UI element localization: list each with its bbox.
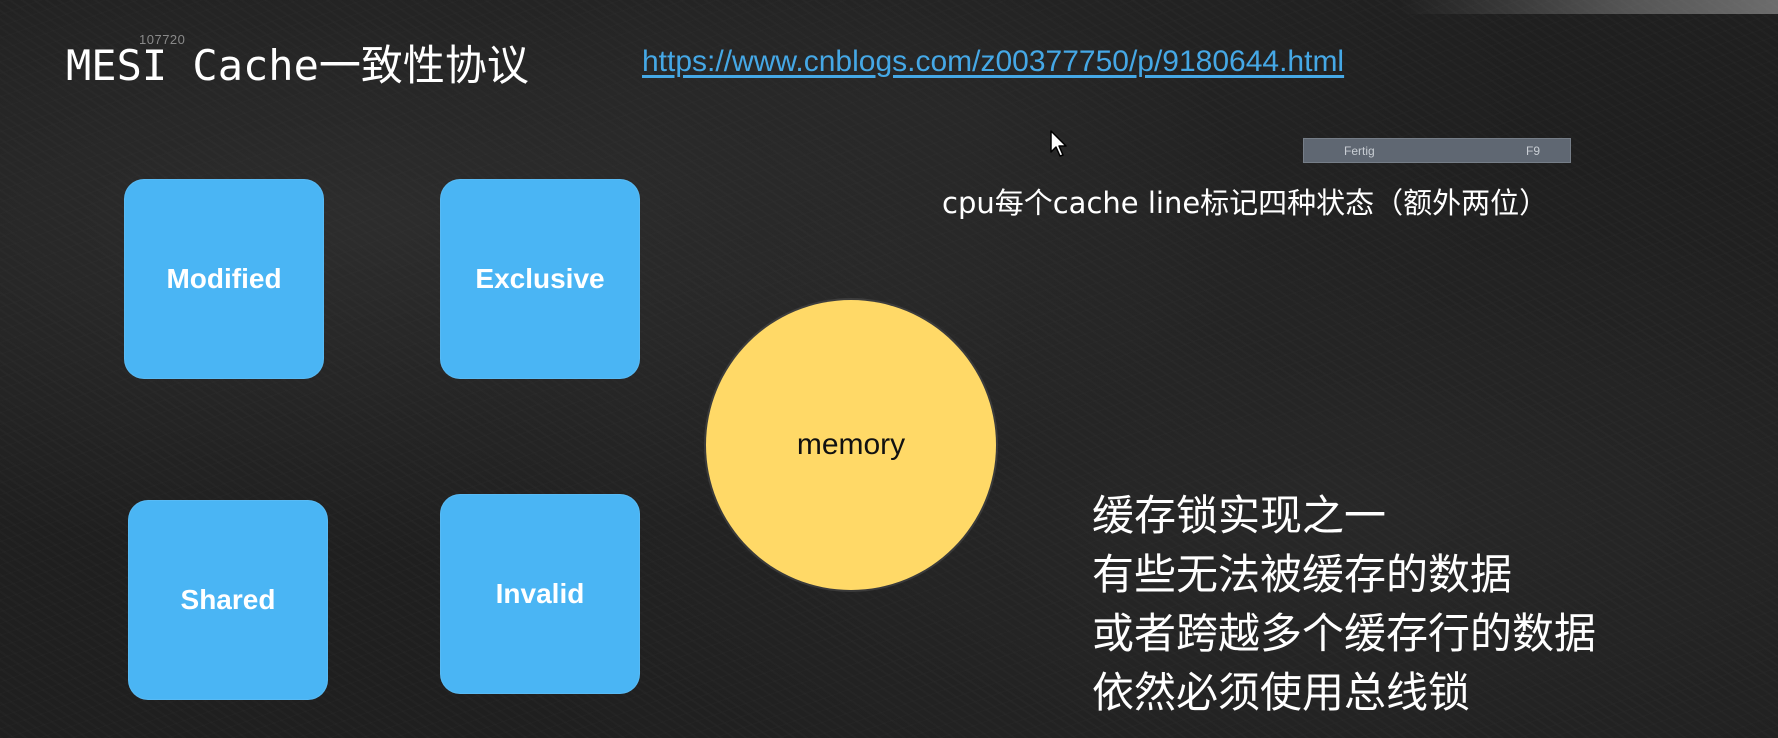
mouse-pointer-icon — [1050, 130, 1067, 157]
description-line: 缓存锁实现之一 — [1092, 491, 1387, 540]
status-tooltip: Fertig F9 — [1303, 138, 1571, 163]
status-right-label: F9 — [1526, 144, 1541, 158]
cache-line-note: cpu每个cache line标记四种状态（额外两位） — [942, 186, 1549, 220]
state-modified-box[interactable]: Modified — [124, 179, 324, 379]
description-line: 依然必须使用总线锁 — [1092, 668, 1471, 717]
state-exclusive-box[interactable]: Exclusive — [440, 179, 640, 379]
description-line: 或者跨越多个缓存行的数据 — [1092, 609, 1597, 658]
state-shared-label: Shared — [180, 584, 276, 615]
slide-title-suffix: 一致性协议 — [318, 41, 529, 90]
reference-link[interactable]: https://www.cnblogs.com/z00377750/p/9180… — [642, 45, 1344, 79]
description-line: 有些无法被缓存的数据 — [1092, 550, 1513, 599]
state-modified-label: Modified — [166, 263, 282, 294]
state-invalid-label: Invalid — [495, 578, 585, 609]
slide-title: MESI Cache一致性协议 — [66, 40, 529, 92]
status-left-label: Fertig — [1344, 144, 1375, 158]
state-shared-box[interactable]: Shared — [128, 500, 328, 700]
slide-title-prefix: MESI Cache — [66, 41, 319, 90]
description-block: 缓存锁实现之一 有些无法被缓存的数据 或者跨越多个缓存行的数据 依然必须使用总线… — [1092, 486, 1596, 722]
state-exclusive-label: Exclusive — [475, 263, 605, 294]
top-edge-glow — [1400, 0, 1778, 14]
state-invalid-box[interactable]: Invalid — [440, 494, 640, 694]
memory-label: memory — [796, 428, 906, 461]
memory-circle: memory — [706, 300, 996, 590]
